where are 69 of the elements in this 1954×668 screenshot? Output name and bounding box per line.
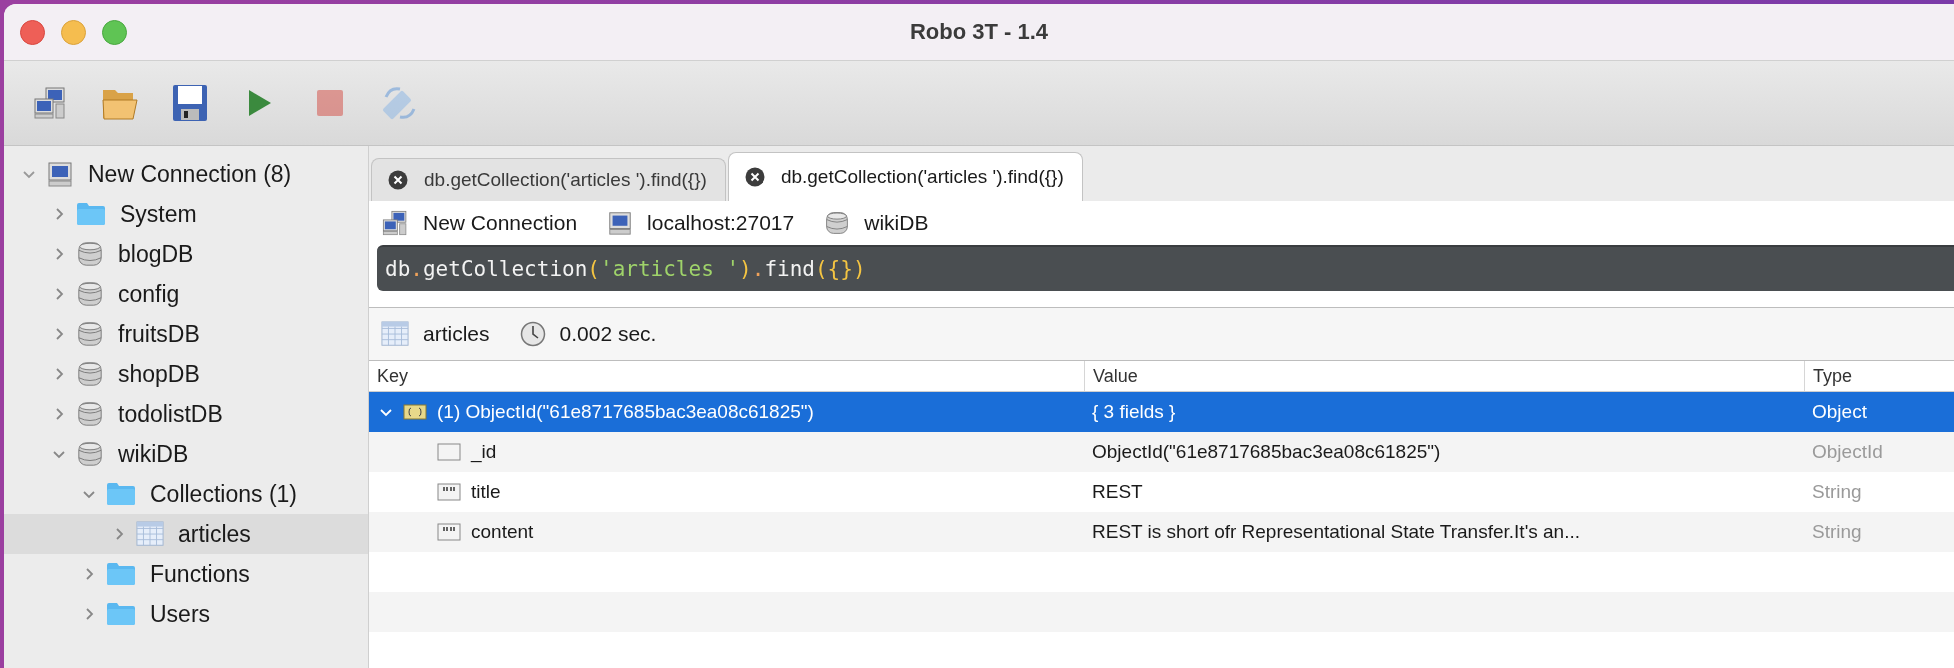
- toolbar-button[interactable]: [170, 83, 210, 123]
- close-icon[interactable]: [744, 167, 765, 187]
- computer-icon: [46, 160, 74, 188]
- connection-name: New Connection: [423, 211, 578, 235]
- column-header[interactable]: Key: [369, 361, 1084, 391]
- tree-item[interactable]: Users: [4, 594, 368, 634]
- tree-item[interactable]: shopDB: [4, 354, 368, 394]
- type-text: String: [1812, 521, 1862, 542]
- field-icon: [437, 443, 461, 461]
- database-icon: [76, 440, 104, 468]
- window-title: Robo 3T - 1.4: [909, 19, 1049, 44]
- tree-item[interactable]: config: [4, 274, 368, 314]
- tree-item[interactable]: todolistDB: [4, 394, 368, 434]
- database-icon: [76, 400, 104, 428]
- close-icon[interactable]: [388, 170, 408, 190]
- tree-item[interactable]: wikiDB: [4, 434, 368, 474]
- tree-item[interactable]: Collections (1): [4, 474, 368, 514]
- stop-icon: [316, 89, 344, 117]
- database-icon: [76, 360, 104, 388]
- column-header[interactable]: Value: [1084, 361, 1804, 391]
- key-text: _id: [471, 441, 497, 463]
- table-icon: [136, 521, 164, 547]
- object-icon: [403, 404, 427, 420]
- tree-item[interactable]: New Connection (8): [4, 154, 368, 194]
- minimize-window-button[interactable]: [61, 19, 86, 45]
- server-address: localhost:27017: [647, 211, 795, 235]
- folder-icon: [106, 482, 136, 506]
- database-icon: [76, 240, 104, 268]
- zoom-window-button[interactable]: [102, 19, 127, 45]
- value-text: REST is short ofr Representational State Transfer.It's an...: [1092, 521, 1580, 542]
- clock-icon: [519, 321, 546, 347]
- network-computers-icon: [32, 85, 68, 121]
- string-icon: [437, 483, 461, 501]
- query-editor[interactable]: db.getCollection('articles ').find({}): [377, 245, 1954, 291]
- value-text: { 3 fields }: [1092, 401, 1176, 422]
- query-tab[interactable]: db.getCollection('articles ').find({}): [727, 152, 1083, 201]
- close-window-button[interactable]: [20, 19, 45, 45]
- key-text: content: [471, 521, 534, 543]
- database-name: wikiDB: [864, 211, 929, 235]
- folder-icon: [76, 202, 106, 226]
- type-text: ObjectId: [1812, 441, 1883, 462]
- play-icon: [247, 88, 273, 118]
- table-row[interactable]: content REST is short ofr Representational State Transfer.It's an... String: [369, 512, 1954, 552]
- collection-name: articles: [423, 322, 490, 346]
- query-time: 0.002 sec.: [559, 322, 657, 346]
- key-text: title: [471, 481, 501, 503]
- database-icon: [76, 280, 104, 308]
- database-icon: [76, 320, 104, 348]
- network-computers-icon: [381, 209, 409, 237]
- folder-icon: [106, 562, 136, 586]
- table-row[interactable]: _id ObjectId("61e8717685bac3ea08c61825") ObjectId: [369, 432, 1954, 472]
- tree-item[interactable]: blogDB: [4, 234, 368, 274]
- database-icon: [824, 210, 851, 236]
- tree-item[interactable]: articles: [4, 514, 368, 554]
- folder-icon: [106, 602, 136, 626]
- type-text: String: [1812, 481, 1862, 502]
- string-icon: [437, 523, 461, 541]
- tree-item[interactable]: fruitsDB: [4, 314, 368, 354]
- value-text: ObjectId("61e8717685bac3ea08c61825"): [1092, 441, 1441, 462]
- table-row[interactable]: (1) ObjectId("61e8717685bac3ea08c61825") { 3 fields } Object: [369, 392, 1954, 432]
- value-text: REST: [1092, 481, 1143, 502]
- computer-icon: [607, 210, 634, 236]
- tree-item[interactable]: Functions: [4, 554, 368, 594]
- key-text: (1) ObjectId("61e8717685bac3ea08c61825"): [437, 401, 814, 423]
- type-text: Object: [1812, 401, 1867, 422]
- table-icon: [381, 321, 409, 347]
- query-tab[interactable]: db.getCollection('articles ').find({}): [371, 158, 726, 201]
- tree-item[interactable]: System: [4, 194, 368, 234]
- column-header[interactable]: Type: [1804, 361, 1954, 391]
